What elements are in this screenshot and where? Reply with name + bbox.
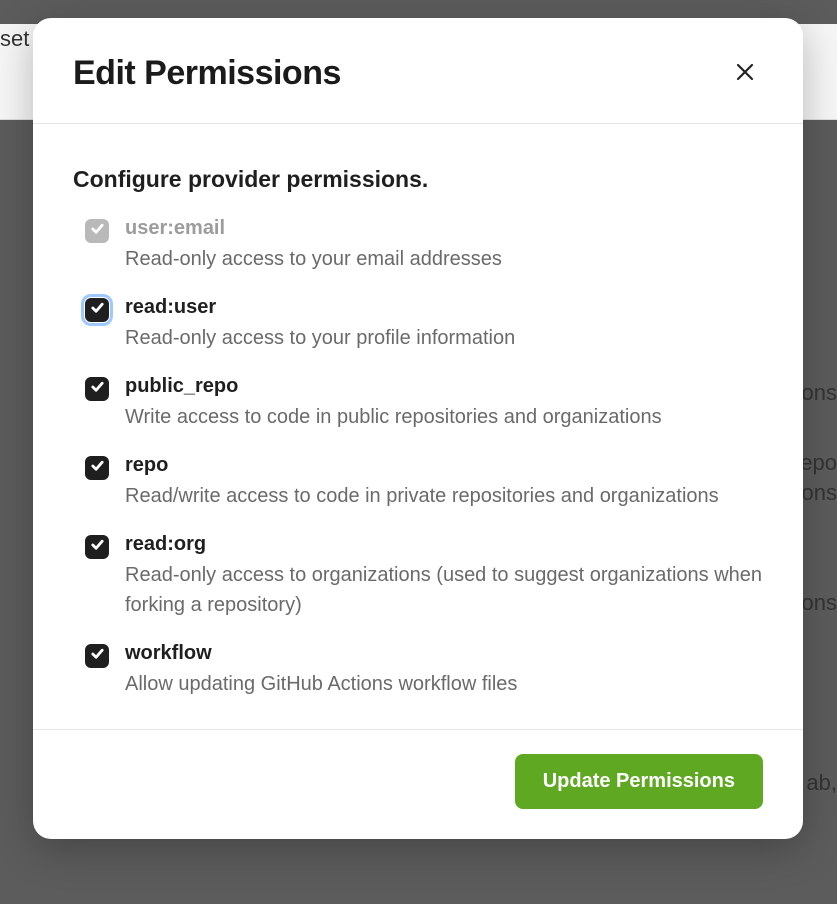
checkbox-workflow[interactable] [85,644,109,668]
close-button[interactable] [727,56,763,92]
permission-item-user-email: user:email Read-only access to your email… [85,217,763,274]
permission-item-read-user: read:user Read-only access to your profil… [85,296,763,353]
permission-list: user:email Read-only access to your email… [73,217,763,699]
permission-text: repo Read/write access to code in private… [125,454,763,511]
edit-permissions-modal: Edit Permissions Configure provider perm… [33,18,803,839]
permission-text: user:email Read-only access to your email… [125,217,763,274]
check-icon [90,646,105,666]
permission-description: Write access to code in public repositor… [125,402,763,432]
modal-body: Configure provider permissions. user:ema… [33,124,803,729]
permission-item-read-org: read:org Read-only access to organization… [85,533,763,620]
permission-text: read:org Read-only access to organization… [125,533,763,620]
checkbox-repo[interactable] [85,456,109,480]
permission-description: Read/write access to code in private rep… [125,481,763,511]
permission-label: read:user [125,296,763,319]
permission-item-workflow: workflow Allow updating GitHub Actions wo… [85,642,763,699]
permission-description: Read-only access to your profile informa… [125,323,763,353]
check-icon [90,537,105,557]
permission-text: read:user Read-only access to your profil… [125,296,763,353]
checkbox-read-user[interactable] [85,298,109,322]
permission-label: read:org [125,533,763,556]
permission-label: public_repo [125,375,763,398]
permission-label: repo [125,454,763,477]
check-icon [90,300,105,320]
permission-description: Allow updating GitHub Actions workflow f… [125,669,763,699]
modal-overlay: Edit Permissions Configure provider perm… [0,0,837,904]
modal-footer: Update Permissions [33,729,803,839]
permission-description: Read-only access to organizations (used … [125,560,763,620]
permission-label: workflow [125,642,763,665]
check-icon [90,221,105,241]
check-icon [90,458,105,478]
permission-item-public-repo: public_repo Write access to code in publi… [85,375,763,432]
permission-item-repo: repo Read/write access to code in private… [85,454,763,511]
permission-label: user:email [125,217,763,240]
checkbox-read-org[interactable] [85,535,109,559]
close-icon [733,60,757,87]
permission-text: workflow Allow updating GitHub Actions wo… [125,642,763,699]
checkbox-public-repo[interactable] [85,377,109,401]
modal-subtitle: Configure provider permissions. [73,166,763,193]
check-icon [90,379,105,399]
permission-text: public_repo Write access to code in publi… [125,375,763,432]
update-permissions-button[interactable]: Update Permissions [515,754,763,809]
modal-title: Edit Permissions [73,54,341,93]
permission-description: Read-only access to your email addresses [125,244,763,274]
modal-header: Edit Permissions [33,18,803,124]
checkbox-user-email [85,219,109,243]
